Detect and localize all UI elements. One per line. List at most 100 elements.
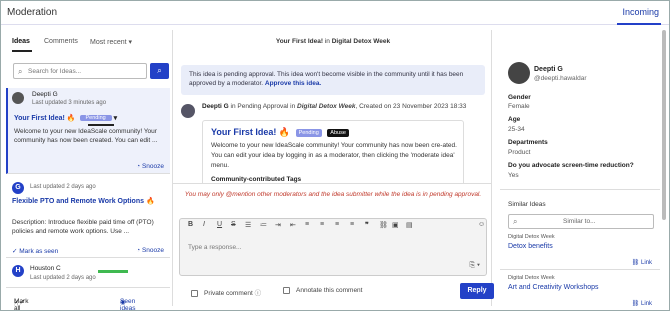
- mark-as-seen-label: Mark as seen: [19, 248, 59, 255]
- similar-item-link[interactable]: ⛓ Link: [632, 300, 652, 307]
- annotate-option[interactable]: Annotate this comment: [283, 287, 362, 294]
- numbered-list-icon[interactable]: ≔: [260, 221, 267, 229]
- avatar: G: [12, 182, 24, 194]
- align-center-icon[interactable]: ≡: [320, 221, 324, 228]
- indent-icon[interactable]: ⇥: [275, 221, 281, 229]
- fire-icon: 🔥: [66, 115, 76, 122]
- search-button[interactable]: ⌕: [150, 63, 169, 79]
- snooze-label: Snooze: [141, 247, 164, 254]
- similar-item-category: Digital Detox Week: [508, 234, 555, 240]
- fire-icon: 🔥: [145, 198, 155, 205]
- avatar: H: [12, 265, 24, 277]
- idea-card[interactable]: Deepti G Last updated 3 minutes ago Your…: [6, 88, 170, 174]
- status-badge: Pending: [79, 115, 112, 122]
- card-title[interactable]: Flexible PTO and Remote Work Options 🔥: [12, 197, 155, 205]
- card-title-text: Your First Idea!: [14, 115, 65, 122]
- media-icon[interactable]: ▤: [406, 221, 413, 229]
- scrollbar[interactable]: [662, 30, 666, 220]
- chevron-down-icon: ▾: [128, 39, 133, 46]
- pending-notice: This idea is pending approval. This idea…: [181, 65, 485, 95]
- idea-search-field[interactable]: ⌕: [13, 63, 147, 79]
- post-author[interactable]: Deepti G: [202, 103, 229, 110]
- idea-card[interactable]: G Last updated 2 days ago Flexible PTO a…: [6, 178, 170, 258]
- snooze-button[interactable]: ◔ Snooze: [136, 163, 164, 170]
- field-label: Departments: [508, 139, 548, 146]
- avatar: [181, 104, 195, 118]
- italic-icon[interactable]: I: [203, 221, 205, 228]
- tags-heading: Community-contributed Tags: [211, 176, 302, 183]
- seen-ideas-label: Seen ideas: [120, 298, 136, 311]
- reply-placeholder: Type a response...: [188, 244, 242, 251]
- similar-item-link-label: Link: [640, 301, 652, 307]
- clock-icon: ◔: [136, 247, 141, 254]
- align-left-icon[interactable]: ≡: [305, 221, 309, 228]
- tab-incoming[interactable]: Incoming: [622, 7, 659, 17]
- page-title: Moderation: [7, 7, 58, 18]
- snooze-label: Snooze: [141, 163, 164, 170]
- quote-icon[interactable]: ❞: [365, 221, 369, 229]
- idea-card[interactable]: H Houston C Last updated 2 days ago: [6, 262, 170, 286]
- card-author: Deepti G: [32, 91, 58, 98]
- link-icon: ⛓: [631, 301, 640, 307]
- tab-ideas-underline: [12, 50, 32, 52]
- search-input[interactable]: [28, 66, 144, 77]
- idea-body: Welcome to your new IdeaScale community!…: [211, 142, 457, 169]
- reply-editor[interactable]: B I U S ☰ ≔ ⇥ ⇤ ≡ ≡ ≡ ≡ ❞ ⛓ ▣ ▤ ☺ Type a…: [179, 218, 487, 276]
- mark-as-seen-button[interactable]: ✓ Mark as seen: [12, 247, 58, 255]
- annotate-label: Annotate this comment: [296, 287, 363, 295]
- post-status: in Pending Approval in: [230, 103, 296, 110]
- status-badge: Pending: [295, 128, 322, 137]
- similar-item-title[interactable]: Detox benefits: [508, 243, 553, 250]
- annotate-checkbox[interactable]: [283, 287, 290, 294]
- field-label: Age: [508, 116, 521, 123]
- private-comment-checkbox[interactable]: [191, 289, 198, 297]
- card-body: Welcome to your new IdeaScale community!…: [14, 128, 158, 144]
- crumb-community[interactable]: Digital Detox Week: [332, 38, 390, 45]
- progress-indicator: [98, 270, 128, 273]
- divider: [500, 269, 660, 270]
- similar-search-field[interactable]: ⌕ Similar to...: [508, 214, 654, 229]
- approve-idea-link[interactable]: Approve this idea.: [265, 80, 321, 87]
- align-right-icon[interactable]: ≡: [335, 221, 339, 228]
- outdent-icon[interactable]: ⇤: [290, 221, 296, 229]
- crumb-idea[interactable]: Your First Idea!: [276, 38, 323, 45]
- sort-label: Most recent: [90, 39, 127, 46]
- strikethrough-icon[interactable]: S: [231, 221, 236, 228]
- chevron-down-icon[interactable]: ▾: [114, 115, 118, 122]
- crumb-separator: in: [324, 38, 330, 45]
- similar-item-link[interactable]: ⛓ Link: [632, 259, 652, 266]
- card-body: Description: Introduce flexible paid tim…: [12, 219, 154, 235]
- similar-search-placeholder: Similar to...: [563, 218, 596, 225]
- link-icon[interactable]: ⛓: [379, 221, 388, 229]
- similar-item-title[interactable]: Art and Creativity Workshops: [508, 284, 599, 291]
- search-icon: ⌕: [18, 67, 23, 76]
- fire-icon: 🔥: [278, 127, 291, 137]
- emoji-icon[interactable]: ☺: [478, 221, 485, 228]
- tab-comments[interactable]: Comments: [44, 38, 78, 45]
- idea-detail-panel: Your First Idea! in Digital Detox Week T…: [172, 30, 494, 306]
- justify-icon[interactable]: ≡: [350, 221, 354, 228]
- bold-icon[interactable]: B: [188, 221, 193, 228]
- editor-toolbar: B I U S ☰ ≔ ⇥ ⇤ ≡ ≡ ≡ ≡ ❞ ⛓ ▣ ▤ ☺: [180, 219, 486, 233]
- attach-icon[interactable]: ⎘ ▾: [470, 262, 481, 270]
- card-title[interactable]: Your First Idea! 🔥 Pending ▾: [14, 114, 117, 122]
- underline-icon[interactable]: U: [217, 221, 222, 228]
- image-icon[interactable]: ▣: [392, 221, 399, 229]
- sort-dropdown[interactable]: Most recent ▾: [90, 38, 132, 46]
- post-community[interactable]: Digital Detox Week: [297, 103, 355, 110]
- card-updated: Last updated 2 days ago: [30, 275, 96, 281]
- private-comment-option[interactable]: Private comment ⓘ: [191, 287, 261, 297]
- divider: [500, 189, 660, 190]
- private-comment-label: Private comment: [204, 290, 253, 297]
- tab-ideas[interactable]: Ideas: [12, 38, 30, 45]
- bullet-list-icon[interactable]: ☰: [245, 221, 251, 229]
- snooze-button[interactable]: ◔ Snooze: [136, 247, 164, 254]
- link-icon: ⛓: [631, 260, 640, 266]
- badge-underline: [88, 124, 114, 126]
- field-value: Female: [508, 103, 530, 110]
- search-icon: ⌕: [513, 217, 518, 226]
- field-label: Gender: [508, 94, 531, 101]
- profile-name[interactable]: Deepti G: [534, 66, 563, 73]
- reply-button[interactable]: Reply: [460, 283, 494, 299]
- similar-item-category: Digital Detox Week: [508, 275, 555, 281]
